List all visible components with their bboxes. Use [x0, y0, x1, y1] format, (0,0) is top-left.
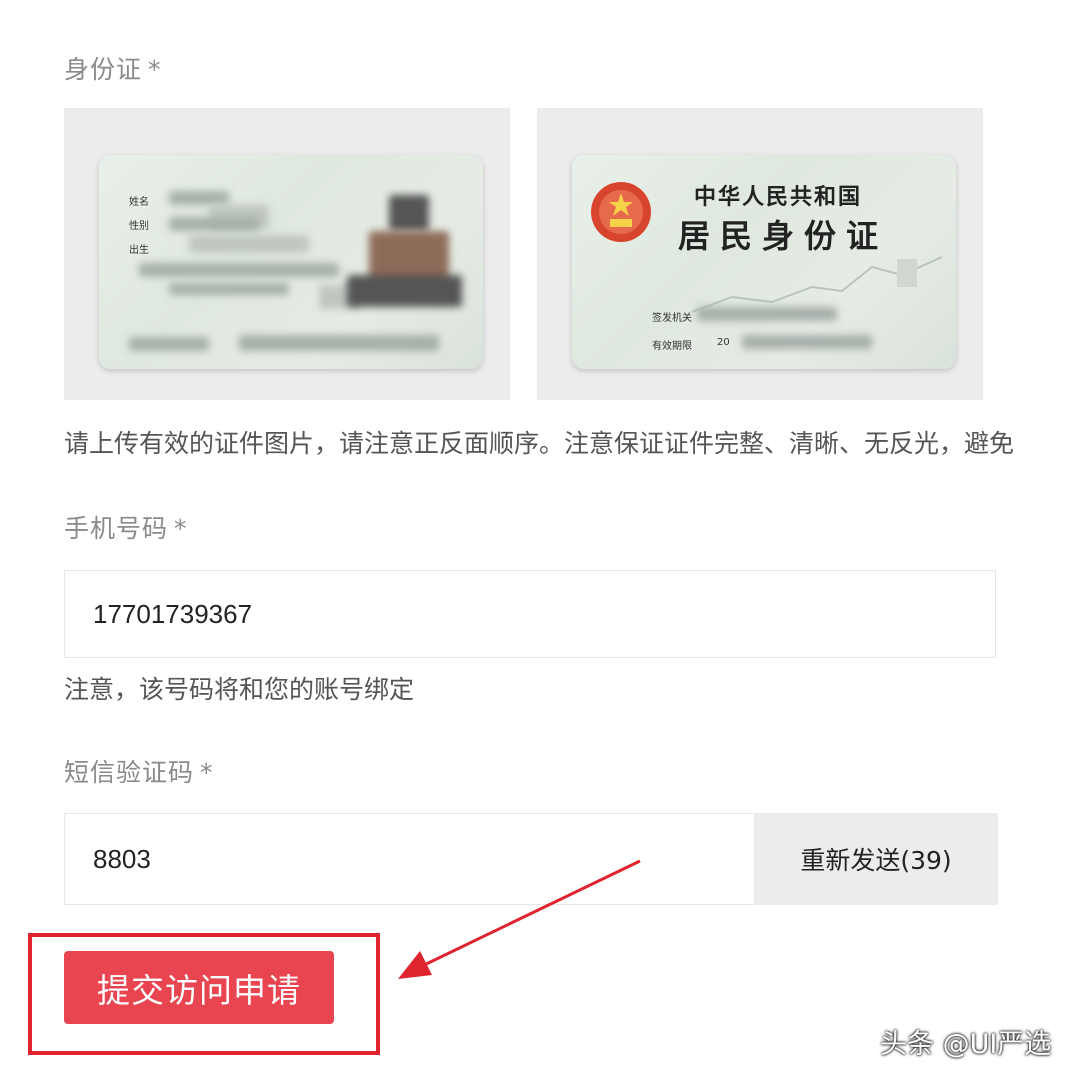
id-card-front: 姓名 性别 出生	[99, 155, 483, 369]
annotation-arrow-icon	[398, 859, 641, 979]
required-mark: *	[148, 55, 162, 84]
validity-prefix: 20	[717, 337, 730, 348]
validity-label: 有效期限	[652, 341, 692, 352]
id-card-front-upload[interactable]: 姓名 性别 出生	[64, 108, 510, 400]
id-card-back-upload[interactable]: 中华人民共和国 居民身份证 签发机关 有效期限 20	[537, 108, 983, 400]
id-card-label-text: 身份证	[64, 55, 143, 84]
id-card-back: 中华人民共和国 居民身份证 签发机关 有效期限 20	[572, 155, 956, 369]
id-card-back-title-1: 中华人民共和国	[694, 184, 863, 210]
issuer-label: 签发机关	[652, 313, 692, 324]
submit-request-button[interactable]: 提交访问申请	[64, 951, 334, 1024]
required-mark: *	[200, 758, 214, 787]
sms-code-label-text: 短信验证码	[64, 758, 195, 787]
required-mark: *	[174, 514, 188, 543]
resend-code-button[interactable]: 重新发送(39)	[754, 813, 998, 905]
watermark: 头条 @UI严选	[880, 1029, 1052, 1060]
sms-code-input-value: 8803	[93, 843, 151, 874]
phone-label-text: 手机号码	[64, 514, 169, 543]
sms-code-label: 短信验证码 *	[64, 753, 214, 789]
id-upload-hint: 请上传有效的证件图片，请注意正反面顺序。注意保证证件完整、清晰、无反光，避免	[64, 429, 1015, 458]
national-emblem-icon	[591, 182, 651, 242]
phone-input-value: 17701739367	[93, 598, 253, 629]
phone-input[interactable]: 17701739367	[64, 570, 996, 658]
phone-label: 手机号码 *	[64, 509, 188, 545]
id-card-label: 身份证 *	[64, 50, 162, 86]
phone-note: 注意，该号码将和您的账号绑定	[64, 675, 415, 704]
